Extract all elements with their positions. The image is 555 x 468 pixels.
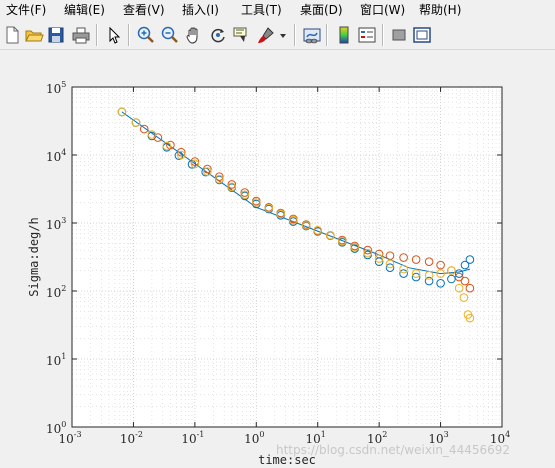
figure-toolbar [0, 21, 555, 50]
y-tick-label: 103 [46, 216, 66, 232]
menu-window[interactable]: 窗口(W) [360, 2, 405, 18]
x-tick-exponent: 0 [259, 430, 264, 439]
new-file-icon[interactable] [2, 25, 22, 45]
y-tick-exponent: 5 [61, 80, 66, 89]
save-icon[interactable] [46, 25, 66, 45]
x-tick-exponent: 4 [505, 430, 510, 439]
log-log-plot[interactable]: 10-3 10-2 10-1 100 101 102 103 1041001011021031… [0, 50, 555, 468]
select-arrow-icon[interactable] [104, 25, 124, 45]
menu-bar: 文件(F) 编辑(E) 查看(V) 插入(I) 工具(T) 桌面(D) 窗口(W… [0, 0, 555, 20]
y-tick-exponent: 0 [61, 420, 66, 429]
x-tick-label: 10-3 [58, 430, 81, 446]
x-tick-exponent: -1 [197, 430, 205, 439]
menu-edit[interactable]: 编辑(E) [64, 2, 105, 18]
y-tick-label: 101 [46, 352, 66, 368]
x-tick-exponent: 2 [382, 430, 387, 439]
x-tick-label: 10-1 [181, 430, 204, 446]
open-folder-icon[interactable] [24, 25, 44, 45]
data-cursor-icon[interactable] [232, 25, 252, 45]
y-tick-label: 104 [46, 148, 66, 164]
y-tick-exponent: 1 [61, 352, 66, 361]
menu-insert[interactable]: 插入(I) [182, 2, 219, 18]
menu-tools[interactable]: 工具(T) [241, 2, 282, 18]
watermark-text: https://blog.csdn.net/weixin_44456692 [276, 443, 511, 457]
zoom-out-icon[interactable] [160, 25, 180, 45]
legend-icon[interactable] [357, 25, 377, 45]
toolbar-separator [96, 24, 98, 46]
brush-icon[interactable] [256, 25, 276, 45]
y-tick-exponent: 4 [61, 148, 66, 157]
pan-hand-icon[interactable] [184, 25, 204, 45]
x-tick-exponent: 3 [444, 430, 449, 439]
toolbar-separator [382, 24, 384, 46]
show-plot-tools-icon[interactable] [412, 25, 432, 45]
y-tick-label: 102 [46, 284, 66, 300]
menu-help[interactable]: 帮助(H) [419, 2, 461, 18]
x-tick-label: 10-2 [120, 430, 143, 446]
x-tick-exponent: -3 [74, 430, 82, 439]
y-tick-exponent: 2 [61, 284, 66, 293]
dropdown-arrow-icon[interactable] [278, 25, 288, 45]
figure-canvas: 10-3 10-2 10-1 100 101 102 103 104 100 101 102 103 1… [0, 50, 555, 468]
hide-plot-tools-icon[interactable] [389, 25, 409, 45]
x-tick-exponent: -2 [135, 430, 143, 439]
menu-view[interactable]: 查看(V) [123, 2, 165, 18]
x-tick-exponent: 1 [321, 430, 326, 439]
x-tick-label: 100 [244, 430, 264, 446]
y-tick-exponent: 3 [61, 216, 66, 225]
menu-desktop[interactable]: 桌面(D) [300, 2, 343, 18]
menu-file[interactable]: 文件(F) [6, 2, 46, 18]
toolbar-separator [326, 24, 328, 46]
rotate-3d-icon[interactable] [208, 25, 228, 45]
link-plot-icon[interactable] [302, 25, 322, 45]
toolbar-separator [128, 24, 130, 46]
zoom-in-icon[interactable] [136, 25, 156, 45]
y-axis-label: Sigma:deg/h [27, 217, 41, 296]
y-tick-label: 105 [46, 80, 66, 96]
toolbar-separator [294, 24, 296, 46]
print-icon[interactable] [71, 25, 91, 45]
colorbar-icon[interactable] [334, 25, 354, 45]
